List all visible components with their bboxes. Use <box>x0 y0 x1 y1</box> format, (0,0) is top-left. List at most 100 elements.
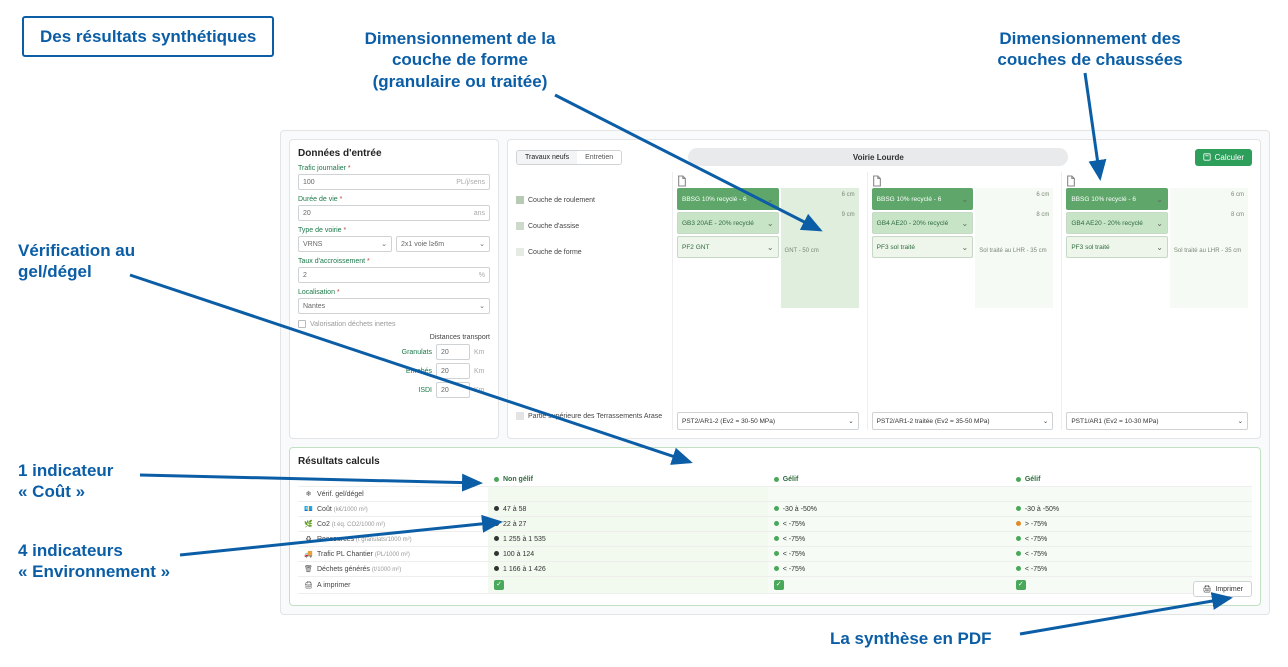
value: 2 <box>303 272 307 279</box>
value: 100 <box>303 179 315 186</box>
loc-select[interactable]: Nantes ⌄ <box>298 298 490 314</box>
chevron-down-icon: ⌄ <box>848 417 853 425</box>
roulement-select[interactable]: BBSG 10% recyclé - 6⌄ <box>1066 188 1168 210</box>
results-table: Non gélifGélifGélif ❄Vérif. gel/dégel 💶C… <box>298 473 1252 594</box>
results-cell: -30 à -50% <box>768 502 1010 517</box>
duree-input[interactable]: 20 ans <box>298 205 490 221</box>
results-cell: -30 à -50% <box>1010 502 1252 517</box>
row-icon: 💶 <box>304 505 313 513</box>
dist-isdi-label: ISDI <box>372 387 432 394</box>
text: couches de chaussées <box>997 50 1182 69</box>
checkbox-icon <box>298 320 306 328</box>
text: Vérification au <box>18 241 135 260</box>
thickness-label: 6 cm <box>842 192 855 198</box>
duree-label: Durée de vie <box>298 196 490 203</box>
roulement-select[interactable]: BBSG 10% recyclé - 6⌄ <box>677 188 779 210</box>
results-row-label: ♻Ressources (t granulats/1000 m²) <box>298 532 488 547</box>
label: Couche de roulement <box>528 197 595 204</box>
results-row-label: 🖨A imprimer <box>298 577 488 594</box>
voirie-pill: Voirie Lourde <box>688 148 1068 166</box>
results-cell: 47 à 58 <box>488 502 768 517</box>
valorisation-checkbox[interactable]: Valorisation déchets inertes <box>298 320 490 328</box>
app-shell: Données d'entrée Trafic journalier 100 P… <box>280 130 1270 615</box>
row-icon: 🚚 <box>304 550 313 558</box>
chevron-down-icon: ⌄ <box>1156 243 1163 252</box>
variants-container: BBSG 10% recyclé - 6⌄ GB3 20AE - 20% rec… <box>672 172 1252 430</box>
unit: ans <box>474 210 485 217</box>
dot-icon <box>1016 551 1021 556</box>
text: (granulaire ou traitée) <box>373 72 548 91</box>
dist-granulats-input[interactable]: 20 <box>436 344 470 360</box>
document-icon[interactable] <box>677 174 859 188</box>
type-label: Type de voirie <box>298 227 490 234</box>
dot-icon <box>774 506 779 511</box>
results-cell: 100 à 124 <box>488 547 768 562</box>
forme-select[interactable]: PF3 sol traité⌄ <box>1066 236 1168 258</box>
dot-icon <box>774 566 779 571</box>
roulement-select[interactable]: BBSG 10% recyclé - 6⌄ <box>872 188 974 210</box>
distances-title: Distances transport <box>298 334 490 341</box>
label: Imprimer <box>1215 586 1243 593</box>
text: « Coût » <box>18 482 85 501</box>
dist-enrobes-label: Enrobés <box>372 368 432 375</box>
results-panel: Résultats calculs Non gélifGélifGélif ❄V… <box>289 447 1261 606</box>
print-button[interactable]: 🖨 Imprimer <box>1193 581 1252 597</box>
results-cell: 1 166 à 1 426 <box>488 562 768 577</box>
text: Dimensionnement de la <box>365 29 556 48</box>
row-icon: 🗑 <box>304 565 313 573</box>
label: Calculer <box>1215 153 1244 162</box>
assise-select[interactable]: GB3 20AE - 20% recyclé⌄ <box>677 212 779 234</box>
trafic-input[interactable]: 100 PL/j/sens <box>298 174 490 190</box>
pst-select[interactable]: PST1/AR1 (Ev2 = 10-30 MPa)⌄ <box>1066 412 1248 430</box>
type-lane-select[interactable]: 2x1 voie l≥6m ⌄ <box>396 236 490 252</box>
trafic-label: Trafic journalier <box>298 165 490 172</box>
results-cell: < -75% <box>768 517 1010 532</box>
row-icon: 🌿 <box>304 520 313 528</box>
chevron-down-icon: ⌄ <box>767 195 774 204</box>
dist-enrobes-input[interactable]: 20 <box>436 363 470 379</box>
chevron-down-icon: ⌄ <box>962 219 969 228</box>
pst-select[interactable]: PST2/AR1-2 (Ev2 = 30-50 MPa)⌄ <box>677 412 859 430</box>
layer-visual: 6 cm 8 cm Sol traité au LHR - 35 cm <box>1170 188 1248 308</box>
document-icon[interactable] <box>1066 174 1248 188</box>
unit: PL/j/sens <box>456 179 485 186</box>
inputs-panel: Données d'entrée Trafic journalier 100 P… <box>289 139 499 439</box>
main-topbar: Travaux neufs Entretien Voirie Lourde Ca… <box>516 148 1252 166</box>
value: 20 <box>441 368 449 375</box>
unit: Km <box>474 387 490 394</box>
calculate-button[interactable]: Calculer <box>1195 149 1252 166</box>
results-col-header: Gélif <box>768 473 1010 487</box>
tab-entretien[interactable]: Entretien <box>577 151 621 164</box>
assise-select[interactable]: GB4 AE20 - 20% recyclé⌄ <box>872 212 974 234</box>
forme-select[interactable]: PF2 GNT⌄ <box>677 236 779 258</box>
thickness-label: 8 cm <box>1036 212 1049 218</box>
forme-select[interactable]: PF3 sol traité⌄ <box>872 236 974 258</box>
results-row-label: 🚚Trafic PL Chantier (PL/1000 m²) <box>298 547 488 562</box>
document-icon[interactable] <box>872 174 1054 188</box>
results-row: 🚚Trafic PL Chantier (PL/1000 m²)100 à 12… <box>298 547 1252 562</box>
results-col-header: Gélif <box>1010 473 1252 487</box>
results-row-label: 🌿Co2 (t éq. CO2/1000 m²) <box>298 517 488 532</box>
text: gel/dégel <box>18 262 92 281</box>
taux-input[interactable]: 2 % <box>298 267 490 283</box>
dot-icon <box>1016 536 1021 541</box>
results-row-label: 💶Coût (k€/1000 m²) <box>298 502 488 517</box>
dot-icon <box>774 551 779 556</box>
assise-select[interactable]: GB4 AE20 - 20% recyclé⌄ <box>1066 212 1168 234</box>
chevron-down-icon: ⌄ <box>479 240 485 248</box>
results-cell: < -75% <box>768 562 1010 577</box>
value: 2x1 voie l≥6m <box>401 241 444 248</box>
dot-icon <box>1016 566 1021 571</box>
type-voirie-select[interactable]: VRNS ⌄ <box>298 236 392 252</box>
row-icon: ❄ <box>304 490 313 498</box>
checkbox-label: Valorisation déchets inertes <box>310 321 395 328</box>
taux-label: Taux d'accroissement <box>298 258 490 265</box>
chevron-down-icon: ⌄ <box>1156 219 1163 228</box>
tab-travaux-neufs[interactable]: Travaux neufs <box>517 151 577 164</box>
unit: Km <box>474 349 490 356</box>
annotation-env: 4 indicateurs « Environnement » <box>18 540 170 583</box>
pst-select[interactable]: PST2/AR1-2 traitée (Ev2 = 35-50 MPa)⌄ <box>872 412 1054 430</box>
dist-isdi-input[interactable]: 20 <box>436 382 470 398</box>
dist-granulats-label: Granulats <box>372 349 432 356</box>
unit: % <box>479 272 485 279</box>
